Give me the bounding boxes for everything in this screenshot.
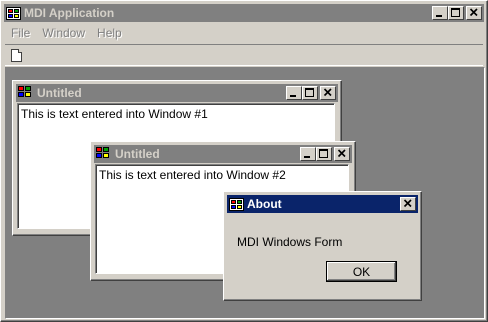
child2-minimize-button[interactable] — [300, 147, 316, 161]
new-document-icon[interactable] — [11, 49, 22, 62]
close-icon — [403, 199, 412, 208]
about-icon[interactable] — [229, 197, 244, 211]
child2-maximize-button[interactable] — [316, 147, 332, 161]
child2-icon[interactable] — [96, 147, 112, 161]
toolbar — [5, 44, 483, 66]
minimize-icon — [304, 156, 310, 158]
main-caption-buttons — [432, 6, 482, 20]
child1-close-button[interactable] — [320, 86, 336, 100]
minimize-icon — [290, 95, 296, 97]
about-message: MDI Windows Form — [237, 235, 343, 249]
maximize-icon — [319, 149, 328, 158]
mdi-client-area: Untitled This is text entered into Windo… — [5, 67, 485, 319]
child1-minimize-button[interactable] — [286, 86, 302, 100]
close-icon — [469, 8, 478, 17]
menu-file[interactable]: File — [5, 24, 36, 43]
close-icon — [323, 88, 332, 97]
about-caption-buttons — [400, 197, 416, 211]
child1-icon[interactable] — [18, 86, 34, 100]
child1-titlebar[interactable]: Untitled — [16, 84, 338, 102]
menu-help[interactable]: Help — [91, 24, 128, 43]
menu-window[interactable]: Window — [36, 24, 91, 43]
child2-close-button[interactable] — [334, 147, 350, 161]
about-title: About — [247, 197, 282, 211]
maximize-button[interactable] — [448, 6, 464, 20]
child2-title: Untitled — [115, 147, 160, 161]
maximize-icon — [451, 8, 460, 17]
minimize-icon — [436, 15, 442, 17]
close-icon — [337, 149, 346, 158]
about-titlebar[interactable]: About — [227, 195, 418, 213]
close-button[interactable] — [466, 6, 482, 20]
ok-button[interactable]: OK — [326, 261, 397, 282]
child1-title: Untitled — [37, 86, 82, 100]
main-titlebar[interactable]: MDI Application — [4, 4, 484, 22]
about-close-button[interactable] — [400, 197, 416, 211]
child1-caption-buttons — [286, 86, 336, 100]
minimize-button[interactable] — [432, 6, 448, 20]
main-title: MDI Application — [24, 6, 115, 20]
child2-titlebar[interactable]: Untitled — [94, 145, 352, 163]
main-window: MDI Application File Window Help Untitle… — [0, 0, 488, 322]
menubar: File Window Help — [5, 24, 128, 43]
child2-caption-buttons — [300, 147, 350, 161]
about-dialog: About MDI Windows Form OK — [223, 191, 422, 301]
app-icon[interactable] — [6, 6, 21, 20]
maximize-icon — [305, 88, 314, 97]
child1-maximize-button[interactable] — [302, 86, 318, 100]
